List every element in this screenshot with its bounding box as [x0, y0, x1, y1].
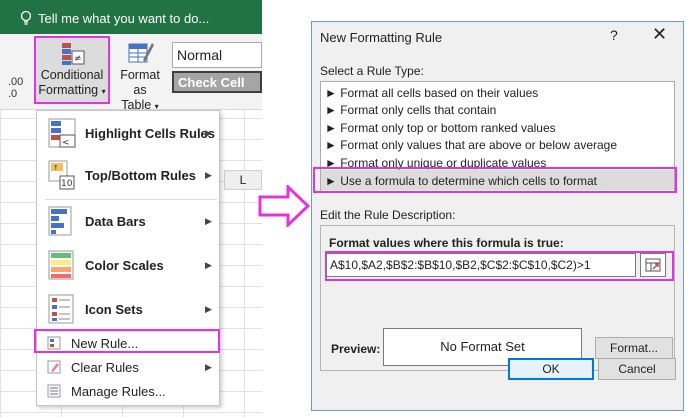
- menu-item-manage-rules[interactable]: Manage Rules...: [37, 381, 219, 401]
- rule-description-group: Format values where this formula is true…: [320, 225, 675, 371]
- data-bars-icon: [48, 206, 72, 236]
- menu-label: Top/Bottom Rules: [85, 167, 196, 183]
- svg-text:10: 10: [61, 179, 73, 189]
- submenu-arrow-icon: ▶: [205, 303, 212, 314]
- tell-me-box[interactable]: Tell me what you want to do...: [20, 10, 209, 26]
- format-values-label: Format values where this formula is true…: [329, 236, 564, 250]
- cf-label-2: Formatting ▾: [38, 83, 106, 97]
- conditional-formatting-button[interactable]: ≠ Conditional Formatting ▾: [34, 36, 110, 104]
- formula-rule-highlight-box: [313, 167, 677, 193]
- ok-button[interactable]: OK: [508, 358, 594, 380]
- menu-item-color-scales[interactable]: Color Scales ▶: [37, 247, 219, 283]
- menu-item-data-bars[interactable]: Data Bars ▶: [37, 203, 219, 239]
- format-as-table-button[interactable]: Format as Table ▾: [112, 36, 168, 112]
- range-select-icon: [645, 258, 661, 272]
- conditional-formatting-menu: < Highlight Cells Rules ▶ ↑ 10 Top/Botto…: [36, 110, 220, 406]
- new-rule-highlight-box: [34, 329, 220, 353]
- submenu-arrow-icon: ▶: [205, 361, 212, 372]
- menu-item-top-bottom-rules[interactable]: ↑ 10 Top/Bottom Rules ▶: [37, 157, 219, 193]
- preview-label: Preview:: [331, 342, 381, 356]
- menu-label: Color Scales: [85, 257, 164, 273]
- format-as-table-icon: [128, 43, 154, 63]
- edit-description-label: Edit the Rule Description:: [320, 208, 456, 222]
- number-format-button[interactable]: .00 .0: [8, 76, 23, 100]
- menu-separator: [45, 199, 217, 200]
- style-check-cell[interactable]: Check Cell: [172, 71, 262, 93]
- rule-type-item[interactable]: ► Format only cells that contain: [325, 103, 496, 117]
- new-formatting-rule-dialog: New Formatting Rule ? ✕ Select a Rule Ty…: [311, 21, 684, 411]
- format-button[interactable]: Format...: [595, 337, 673, 359]
- conditional-formatting-icon: ≠: [62, 43, 85, 65]
- clear-rules-icon: [47, 360, 61, 374]
- column-header-l[interactable]: L: [224, 170, 262, 190]
- icon-sets-icon: [48, 294, 74, 324]
- menu-label: Manage Rules...: [71, 383, 166, 399]
- formula-input[interactable]: A$10,$A2,$B$2:$B$10,$B2,$C$2:$C$10,$C2)>…: [326, 253, 636, 277]
- dialog-title: New Formatting Rule: [320, 30, 443, 45]
- submenu-arrow-icon: ▶: [205, 169, 212, 180]
- color-scales-icon: [48, 250, 74, 280]
- tell-me-text: Tell me what you want to do...: [38, 10, 210, 26]
- menu-label: Data Bars: [85, 213, 146, 229]
- submenu-arrow-icon: ▶: [205, 127, 212, 138]
- rule-type-item[interactable]: ► Format only values that are above or b…: [325, 138, 617, 152]
- cf-label-1: Conditional: [40, 68, 104, 82]
- highlight-cells-icon: <: [48, 118, 76, 148]
- collapse-dialog-button[interactable]: [640, 253, 666, 277]
- help-button[interactable]: ?: [610, 27, 618, 43]
- menu-label: Clear Rules: [71, 359, 139, 375]
- svg-text:<: <: [62, 138, 70, 148]
- style-normal[interactable]: Normal: [172, 42, 262, 68]
- svg-text:↑: ↑: [53, 164, 59, 172]
- top-bottom-icon: ↑ 10: [48, 160, 75, 190]
- menu-label: Icon Sets: [85, 301, 143, 317]
- rule-type-item[interactable]: ► Format only top or bottom ranked value…: [325, 121, 556, 135]
- submenu-arrow-icon: ▶: [205, 215, 212, 226]
- lightbulb-icon: [20, 10, 32, 25]
- ribbon-title-bar: Tell me what you want to do...: [0, 0, 262, 34]
- menu-label: Highlight Cells Rules: [85, 125, 216, 141]
- menu-item-highlight-cells-rules[interactable]: < Highlight Cells Rules ▶: [37, 115, 219, 151]
- submenu-arrow-icon: ▶: [205, 259, 212, 270]
- select-rule-type-label: Select a Rule Type:: [320, 64, 424, 78]
- fat-label-1: Format as: [120, 68, 160, 97]
- svg-text:≠: ≠: [74, 54, 82, 64]
- close-button[interactable]: ✕: [652, 24, 667, 45]
- cancel-button[interactable]: Cancel: [598, 358, 676, 380]
- menu-item-icon-sets[interactable]: Icon Sets ▶: [37, 291, 219, 327]
- right-arrow-icon: [258, 185, 310, 227]
- rule-type-item[interactable]: ► Format all cells based on their values: [325, 86, 538, 100]
- manage-rules-icon: [47, 384, 61, 398]
- menu-item-clear-rules[interactable]: Clear Rules ▶: [37, 357, 219, 377]
- chevron-down-icon: ▾: [101, 87, 106, 96]
